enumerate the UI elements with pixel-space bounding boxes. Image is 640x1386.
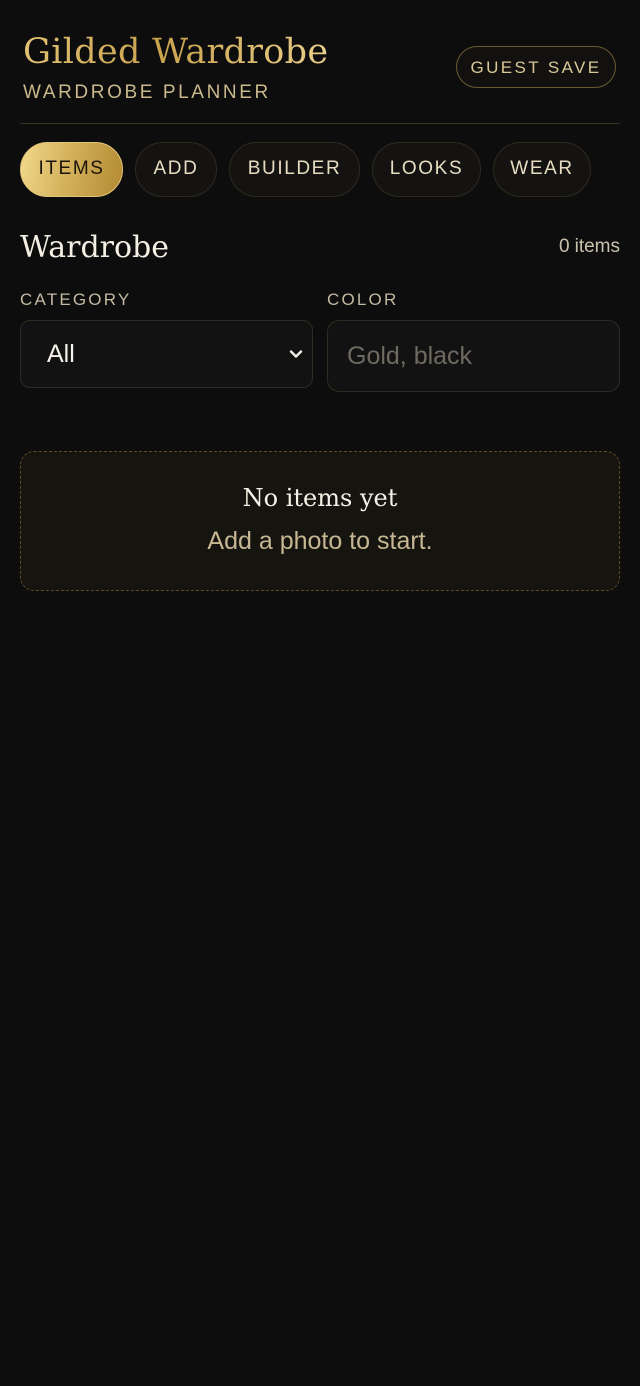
section-title: Wardrobe <box>20 230 170 265</box>
category-select[interactable]: All <box>20 320 313 388</box>
tab-add[interactable]: ADD <box>135 142 217 197</box>
app-title: Gilded Wardrobe <box>23 32 329 72</box>
empty-state: No items yet Add a photo to start. <box>20 451 620 591</box>
tab-wear[interactable]: WEAR <box>493 142 591 197</box>
empty-state-message: Add a photo to start. <box>207 527 433 555</box>
category-select-value: All <box>47 340 75 368</box>
chevron-down-icon <box>289 350 303 358</box>
item-count: 0 items <box>559 236 620 258</box>
main-tabs: ITEMS ADD BUILDER LOOKS WEAR <box>20 142 630 197</box>
tab-items[interactable]: ITEMS <box>20 142 123 197</box>
empty-state-title: No items yet <box>242 484 398 512</box>
guest-save-button[interactable]: GUEST SAVE <box>456 46 616 88</box>
app-header: Gilded Wardrobe WARDROBE PLANNER GUEST S… <box>20 30 620 124</box>
tab-looks[interactable]: LOOKS <box>372 142 481 197</box>
item-count-unit: items <box>574 236 620 257</box>
item-count-number: 0 <box>559 236 570 257</box>
color-input[interactable] <box>327 320 620 392</box>
app-subtitle: WARDROBE PLANNER <box>23 82 271 103</box>
app-screen: Gilded Wardrobe WARDROBE PLANNER GUEST S… <box>0 0 640 1386</box>
color-label: COLOR <box>327 290 399 309</box>
category-label: CATEGORY <box>20 290 132 309</box>
tab-builder[interactable]: BUILDER <box>229 142 360 197</box>
